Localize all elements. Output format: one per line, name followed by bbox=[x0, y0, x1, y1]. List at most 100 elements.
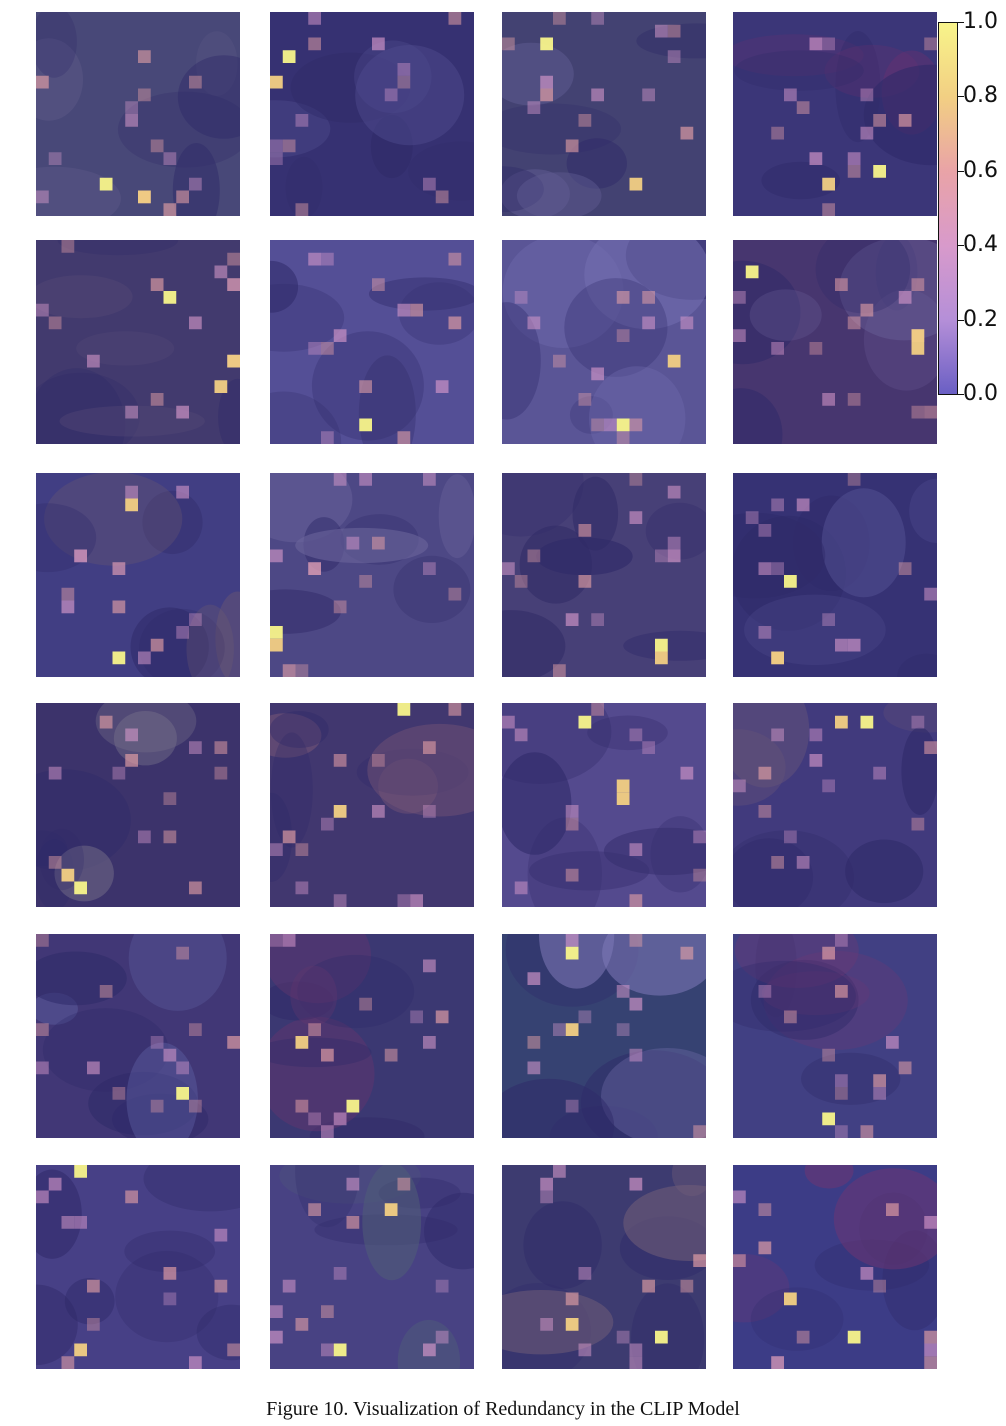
attention-cell bbox=[616, 291, 630, 304]
attention-cell bbox=[502, 562, 515, 575]
colorbar-label-0-0: 0.0 bbox=[963, 381, 998, 406]
attention-cell bbox=[87, 1279, 100, 1293]
attention-cell bbox=[189, 1023, 202, 1036]
attention-cell bbox=[227, 278, 240, 291]
attention-cell bbox=[74, 1216, 87, 1229]
attention-cell bbox=[397, 894, 411, 907]
attention-cell bbox=[372, 805, 385, 818]
attention-cell bbox=[125, 101, 138, 114]
attention-cell bbox=[771, 126, 784, 140]
attention-cell bbox=[295, 203, 309, 216]
attention-cell bbox=[847, 165, 861, 178]
attention-cell bbox=[898, 291, 912, 304]
attention-cell-high bbox=[384, 1203, 398, 1216]
attention-cell bbox=[693, 830, 706, 844]
attention-overlay bbox=[502, 240, 706, 444]
attention-cell bbox=[591, 418, 604, 432]
attention-cell bbox=[423, 1343, 436, 1357]
tile-image bbox=[502, 12, 706, 216]
heatmap-tile-desk-clutter bbox=[270, 12, 474, 216]
attention-cell bbox=[616, 1330, 630, 1344]
attention-cell bbox=[822, 613, 835, 626]
attention-cell-high bbox=[784, 575, 797, 588]
attention-cell bbox=[527, 1061, 541, 1075]
attention-cell bbox=[308, 252, 321, 266]
attention-cell bbox=[384, 1048, 398, 1062]
attention-cell bbox=[112, 1087, 126, 1100]
attention-cell bbox=[655, 24, 668, 38]
attention-cell bbox=[423, 177, 436, 191]
attention-cell bbox=[873, 1279, 886, 1293]
attention-cell bbox=[270, 843, 283, 856]
attention-cell-high bbox=[616, 792, 630, 805]
attention-cell bbox=[629, 473, 643, 486]
attention-cell-high bbox=[282, 50, 296, 63]
attention-cell bbox=[860, 1267, 874, 1280]
attention-cell bbox=[771, 562, 784, 575]
heatmap-tile-broccoli-bowl bbox=[502, 1165, 706, 1369]
attention-cell bbox=[553, 664, 566, 677]
attention-cell bbox=[435, 380, 449, 393]
tile-image bbox=[502, 1165, 706, 1369]
attention-cell bbox=[629, 728, 643, 742]
attention-cell bbox=[578, 1343, 592, 1357]
attention-cell bbox=[911, 715, 925, 729]
attention-cell-high bbox=[359, 418, 372, 432]
heatmap-tile-kitchen-stove bbox=[502, 240, 706, 444]
attention-cell bbox=[667, 485, 681, 499]
attention-cell bbox=[150, 638, 164, 652]
attention-cell bbox=[423, 562, 436, 575]
attention-cell bbox=[163, 1267, 177, 1280]
attention-cell bbox=[629, 1343, 643, 1357]
attention-cell bbox=[435, 1279, 449, 1293]
attention-cell-high bbox=[860, 715, 874, 729]
attention-cell bbox=[270, 152, 283, 165]
attention-cell bbox=[911, 817, 925, 831]
attention-cell bbox=[616, 329, 630, 342]
attention-cell bbox=[784, 830, 797, 844]
attention-cell bbox=[270, 1305, 283, 1318]
attention-cell bbox=[784, 1010, 797, 1024]
attention-cell bbox=[448, 252, 462, 266]
attention-cell bbox=[924, 741, 937, 754]
attention-cell bbox=[591, 613, 604, 626]
attention-cell bbox=[150, 139, 164, 153]
attention-cell-high bbox=[270, 638, 283, 652]
heatmap-tile-birds-wire bbox=[502, 703, 706, 907]
attention-cell-high bbox=[578, 715, 592, 729]
attention-cell bbox=[835, 934, 848, 947]
attention-cell bbox=[125, 754, 138, 767]
attention-cell bbox=[642, 1279, 655, 1293]
attention-cell bbox=[138, 830, 151, 844]
heatmap-tile-train-station bbox=[733, 934, 937, 1138]
attention-cell bbox=[616, 985, 630, 998]
attention-cell bbox=[87, 354, 100, 368]
attention-cell bbox=[758, 1241, 772, 1255]
attention-cell-high bbox=[270, 626, 283, 639]
attention-cell bbox=[873, 1087, 886, 1100]
attention-cell bbox=[321, 1048, 334, 1062]
attention-cell bbox=[835, 278, 848, 291]
attention-cell bbox=[565, 805, 579, 818]
attention-cell bbox=[680, 766, 694, 780]
attention-cell bbox=[423, 473, 436, 486]
attention-cell bbox=[48, 766, 62, 780]
attention-cell bbox=[693, 1254, 706, 1267]
attention-cell bbox=[163, 1048, 177, 1062]
attention-cell bbox=[410, 1010, 423, 1024]
attention-cell bbox=[693, 868, 706, 882]
colorbar bbox=[938, 22, 958, 395]
attention-cell bbox=[667, 536, 681, 550]
attention-cell bbox=[591, 12, 604, 25]
attention-cell-high bbox=[333, 805, 347, 818]
attention-cell bbox=[36, 1061, 49, 1075]
attention-cell-high bbox=[346, 1099, 360, 1113]
attention-cell bbox=[125, 1190, 138, 1204]
attention-overlay bbox=[502, 473, 706, 677]
attention-cell bbox=[860, 126, 874, 140]
attention-cell bbox=[397, 1177, 411, 1191]
heatmap-tile-park-collage bbox=[36, 12, 240, 216]
heatmap-tile-glasses-mirror bbox=[733, 703, 937, 907]
attention-cell bbox=[346, 536, 360, 550]
tile-image bbox=[36, 703, 240, 907]
